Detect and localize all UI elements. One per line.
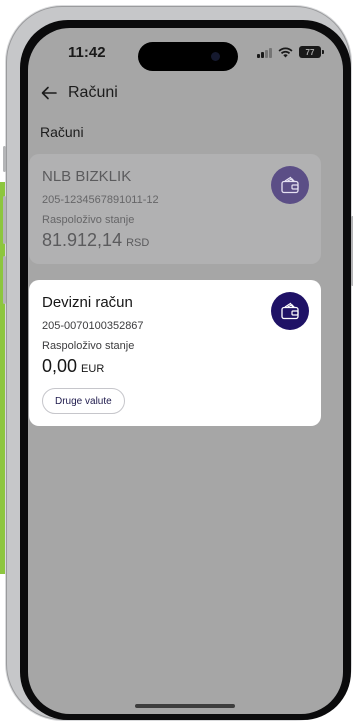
- balance-amount: 0,00: [42, 356, 78, 376]
- account-name: NLB BIZKLIK: [42, 168, 132, 185]
- balance-amount: 81.912,14: [42, 230, 123, 250]
- account-number: 205-1234567891011-12: [42, 194, 159, 206]
- available-balance-label: Raspoloživo stanje: [42, 340, 135, 352]
- status-time: 11:42: [68, 44, 106, 61]
- home-indicator[interactable]: [135, 704, 235, 708]
- page-title: Računi: [68, 84, 118, 101]
- app-header: Računi: [40, 84, 118, 102]
- account-balance: 81.912,14 RSD: [42, 230, 149, 251]
- account-name: Devizni račun: [42, 294, 133, 311]
- other-currencies-button[interactable]: Druge valute: [42, 388, 125, 414]
- camera-icon: [211, 52, 220, 61]
- wifi-icon: [278, 47, 293, 57]
- wallet-icon: [271, 166, 309, 204]
- account-card-foreign-currency[interactable]: Devizni račun 205-0070100352867 Raspolož…: [29, 280, 321, 426]
- phone-action-button: [3, 146, 6, 172]
- cellular-signal-icon: [257, 47, 272, 58]
- dynamic-island: [138, 42, 238, 71]
- phone-volume-down-button: [3, 256, 6, 304]
- account-number: 205-0070100352867: [42, 320, 144, 332]
- phone-screen: 11:42 77 Računi Računi NLB BIZKLIK 205-1…: [28, 28, 343, 714]
- account-balance: 0,00 EUR: [42, 356, 104, 377]
- section-label: Računi: [40, 124, 84, 140]
- arrow-left-icon[interactable]: [40, 84, 58, 102]
- account-card-bizklik[interactable]: NLB BIZKLIK 205-1234567891011-12 Raspolo…: [29, 154, 321, 264]
- phone-volume-up-button: [3, 196, 6, 244]
- status-icons: 77: [257, 46, 324, 58]
- balance-currency: EUR: [81, 363, 105, 375]
- wallet-icon: [271, 292, 309, 330]
- available-balance-label: Raspoloživo stanje: [42, 214, 135, 226]
- balance-currency: RSD: [126, 237, 150, 249]
- battery-icon: 77: [299, 46, 324, 58]
